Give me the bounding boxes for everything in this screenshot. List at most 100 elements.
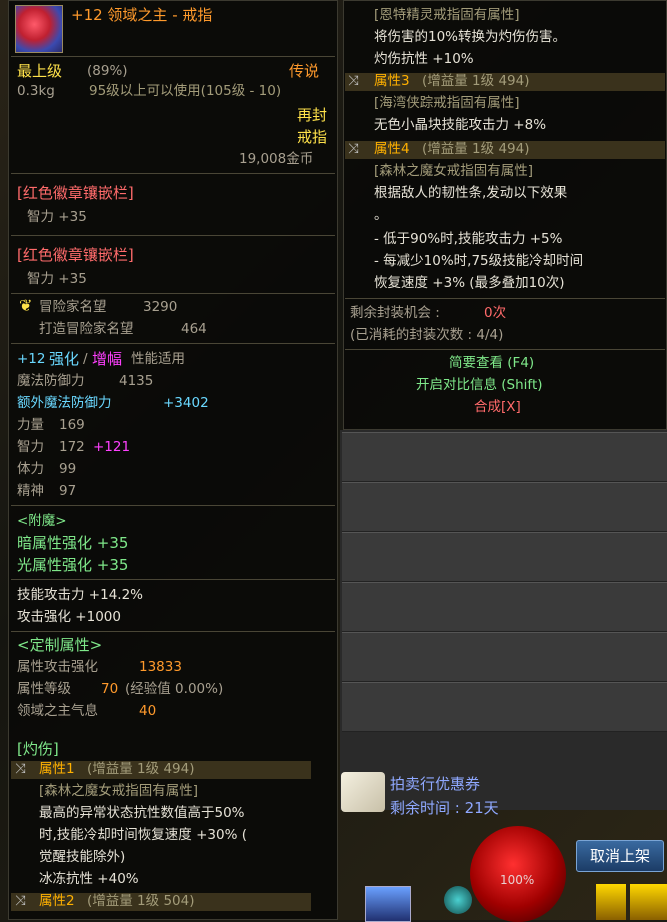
stat-label: 体力	[17, 461, 44, 477]
attr1-desc: 觉醒技能除外)	[39, 849, 126, 865]
attr3-label: 属性3	[374, 73, 410, 89]
badge-slot-stat: 智力 +35	[27, 271, 87, 287]
attr3-source: [海湾侠踪戒指固有属性]	[374, 95, 520, 111]
stat-bonus: +121	[93, 439, 131, 455]
attr-level-exp: (经验值 0.00%)	[125, 681, 224, 697]
mp-orb-icon	[444, 886, 472, 914]
reputation-icon: ❦	[19, 296, 33, 315]
attr-desc: 将伤害的10%转换为灼伤伤害。	[374, 29, 567, 45]
attr4-desc: - 低于90%时,技能攻击力 +5%	[374, 231, 563, 247]
auction-slot[interactable]	[342, 482, 667, 532]
attr3-desc: 无色小晶块技能攻击力 +8%	[374, 117, 547, 133]
attr2-label: 属性2	[39, 893, 75, 909]
divider	[345, 349, 665, 350]
quickslot-icon[interactable]	[596, 884, 626, 920]
attack-boost-line: 攻击强化 +1000	[17, 609, 121, 625]
attr2-detail: (增益量 1级 504)	[87, 893, 195, 909]
forge-reputation-label: 打造冒险家名望	[39, 321, 134, 337]
divider	[11, 293, 335, 294]
enhance-suffix: 性能适用	[131, 351, 185, 367]
ring-item-icon	[15, 5, 63, 53]
badge-slot-title: [红色徽章镶嵌栏]	[17, 246, 134, 264]
attr3-detail: (增益量 1级 494)	[422, 73, 530, 89]
divider	[11, 173, 335, 174]
attr4-desc: 。	[374, 207, 388, 223]
stat-value: 97	[59, 483, 77, 499]
stat-value: 4135	[119, 373, 154, 389]
attr-level-label: 属性等级	[17, 681, 71, 697]
attr-source: [恩特精灵戒指固有属性]	[374, 7, 520, 23]
auction-slot[interactable]	[342, 532, 667, 582]
badge-slot-title: [红色徽章镶嵌栏]	[17, 184, 134, 202]
aura-value: 40	[139, 703, 157, 719]
custom-attr-title: <定制属性>	[17, 636, 103, 654]
attr1-desc: 时,技能冷却时间恢复速度 +30% (	[39, 827, 247, 843]
item-rarity: 传说	[289, 62, 320, 80]
enchant-title: <附魔>	[17, 513, 67, 529]
forge-reputation-value: 464	[181, 321, 207, 337]
hp-percent: 100%	[500, 873, 535, 887]
auction-slot[interactable]	[342, 682, 667, 732]
item-name: +12 领域之主 - 戒指	[71, 6, 213, 24]
item-tooltip-right: [恩特精灵戒指固有属性] 将伤害的10%转换为灼伤伤害。 灼伤抗性 +10% ⤨…	[343, 0, 667, 430]
attr1-label: 属性1	[39, 761, 75, 777]
item-grade: 最上级	[17, 62, 63, 80]
stat-value: +3402	[163, 395, 209, 411]
divider	[11, 343, 335, 344]
synth-hint[interactable]: 合成[X]	[474, 399, 521, 416]
brief-view-hint[interactable]: 简要查看 (F4)	[449, 355, 534, 372]
ring-type-label: 戒指	[297, 128, 328, 146]
stat-label: 智力	[17, 439, 44, 455]
enchant-line: 暗属性强化 +35	[17, 534, 129, 552]
seal-remaining-value: 0次	[484, 305, 507, 321]
divider	[11, 235, 335, 236]
attr1-desc: 冰冻抗性 +40%	[39, 871, 139, 887]
stat-label: 魔法防御力	[17, 373, 85, 389]
reputation-value: 3290	[143, 299, 178, 315]
stat-value: 169	[59, 417, 85, 433]
divider	[11, 505, 335, 506]
item-price: 19,008金币	[239, 151, 314, 167]
enhance-amplify: 增幅	[92, 350, 123, 368]
stat-label: 精神	[17, 483, 44, 499]
divider	[11, 631, 335, 632]
shuffle-icon[interactable]: ⤨	[348, 141, 359, 158]
seal-remaining-label: 剩余封装机会 :	[350, 305, 440, 321]
attr4-label: 属性4	[374, 141, 410, 157]
attr-desc: 灼伤抗性 +10%	[374, 51, 474, 67]
burn-title: [灼伤]	[17, 740, 59, 758]
shuffle-icon[interactable]: ⤨	[15, 893, 26, 910]
coupon-name: 拍卖行优惠券	[390, 775, 481, 793]
item-level-req: 95级以上可以使用(105级 - 10)	[89, 83, 282, 99]
item-tooltip-left: +12 领域之主 - 戒指 最上级 (89%) 传说 0.3kg 95级以上可以…	[8, 0, 338, 920]
attr-attack-value: 13833	[139, 659, 182, 675]
attr4-desc: 根据敌人的韧性条,发动以下效果	[374, 185, 568, 201]
attr4-desc: - 每减少10%时,75级技能冷却时间	[374, 253, 584, 269]
item-weight: 0.3kg	[17, 83, 55, 99]
stat-label: 额外魔法防御力	[17, 395, 112, 411]
auction-slot[interactable]	[342, 632, 667, 682]
divider	[11, 56, 335, 57]
attr1-source: [森林之魔女戒指固有属性]	[39, 783, 199, 799]
reseal-label: 再封	[297, 106, 328, 124]
attr4-detail: (增益量 1级 494)	[422, 141, 530, 157]
compare-hint[interactable]: 开启对比信息 (Shift)	[416, 377, 543, 394]
coupon-scroll-icon	[341, 772, 385, 812]
enhance-prefix: +12	[17, 351, 46, 367]
shuffle-icon[interactable]: ⤨	[348, 73, 359, 90]
attr-attack-label: 属性攻击强化	[17, 659, 98, 675]
item-grade-percent: (89%)	[87, 63, 128, 79]
badge-slot-stat: 智力 +35	[27, 209, 87, 225]
divider	[11, 579, 335, 580]
reputation-label: 冒险家名望	[39, 299, 107, 315]
shuffle-icon[interactable]: ⤨	[15, 761, 26, 778]
attr1-detail: (增益量 1级 494)	[87, 761, 195, 777]
cancel-listing-button[interactable]: 取消上架	[576, 840, 664, 872]
skill-slot-icon[interactable]	[365, 886, 411, 922]
auction-slot[interactable]	[342, 432, 667, 482]
auction-slot[interactable]	[342, 582, 667, 632]
quickslot-icon[interactable]	[630, 884, 667, 920]
attr1-desc: 最高的异常状态抗性数值高于50%	[39, 805, 245, 821]
enchant-line: 光属性强化 +35	[17, 556, 129, 574]
coupon-remaining: 剩余时间 : 21天	[390, 799, 499, 817]
